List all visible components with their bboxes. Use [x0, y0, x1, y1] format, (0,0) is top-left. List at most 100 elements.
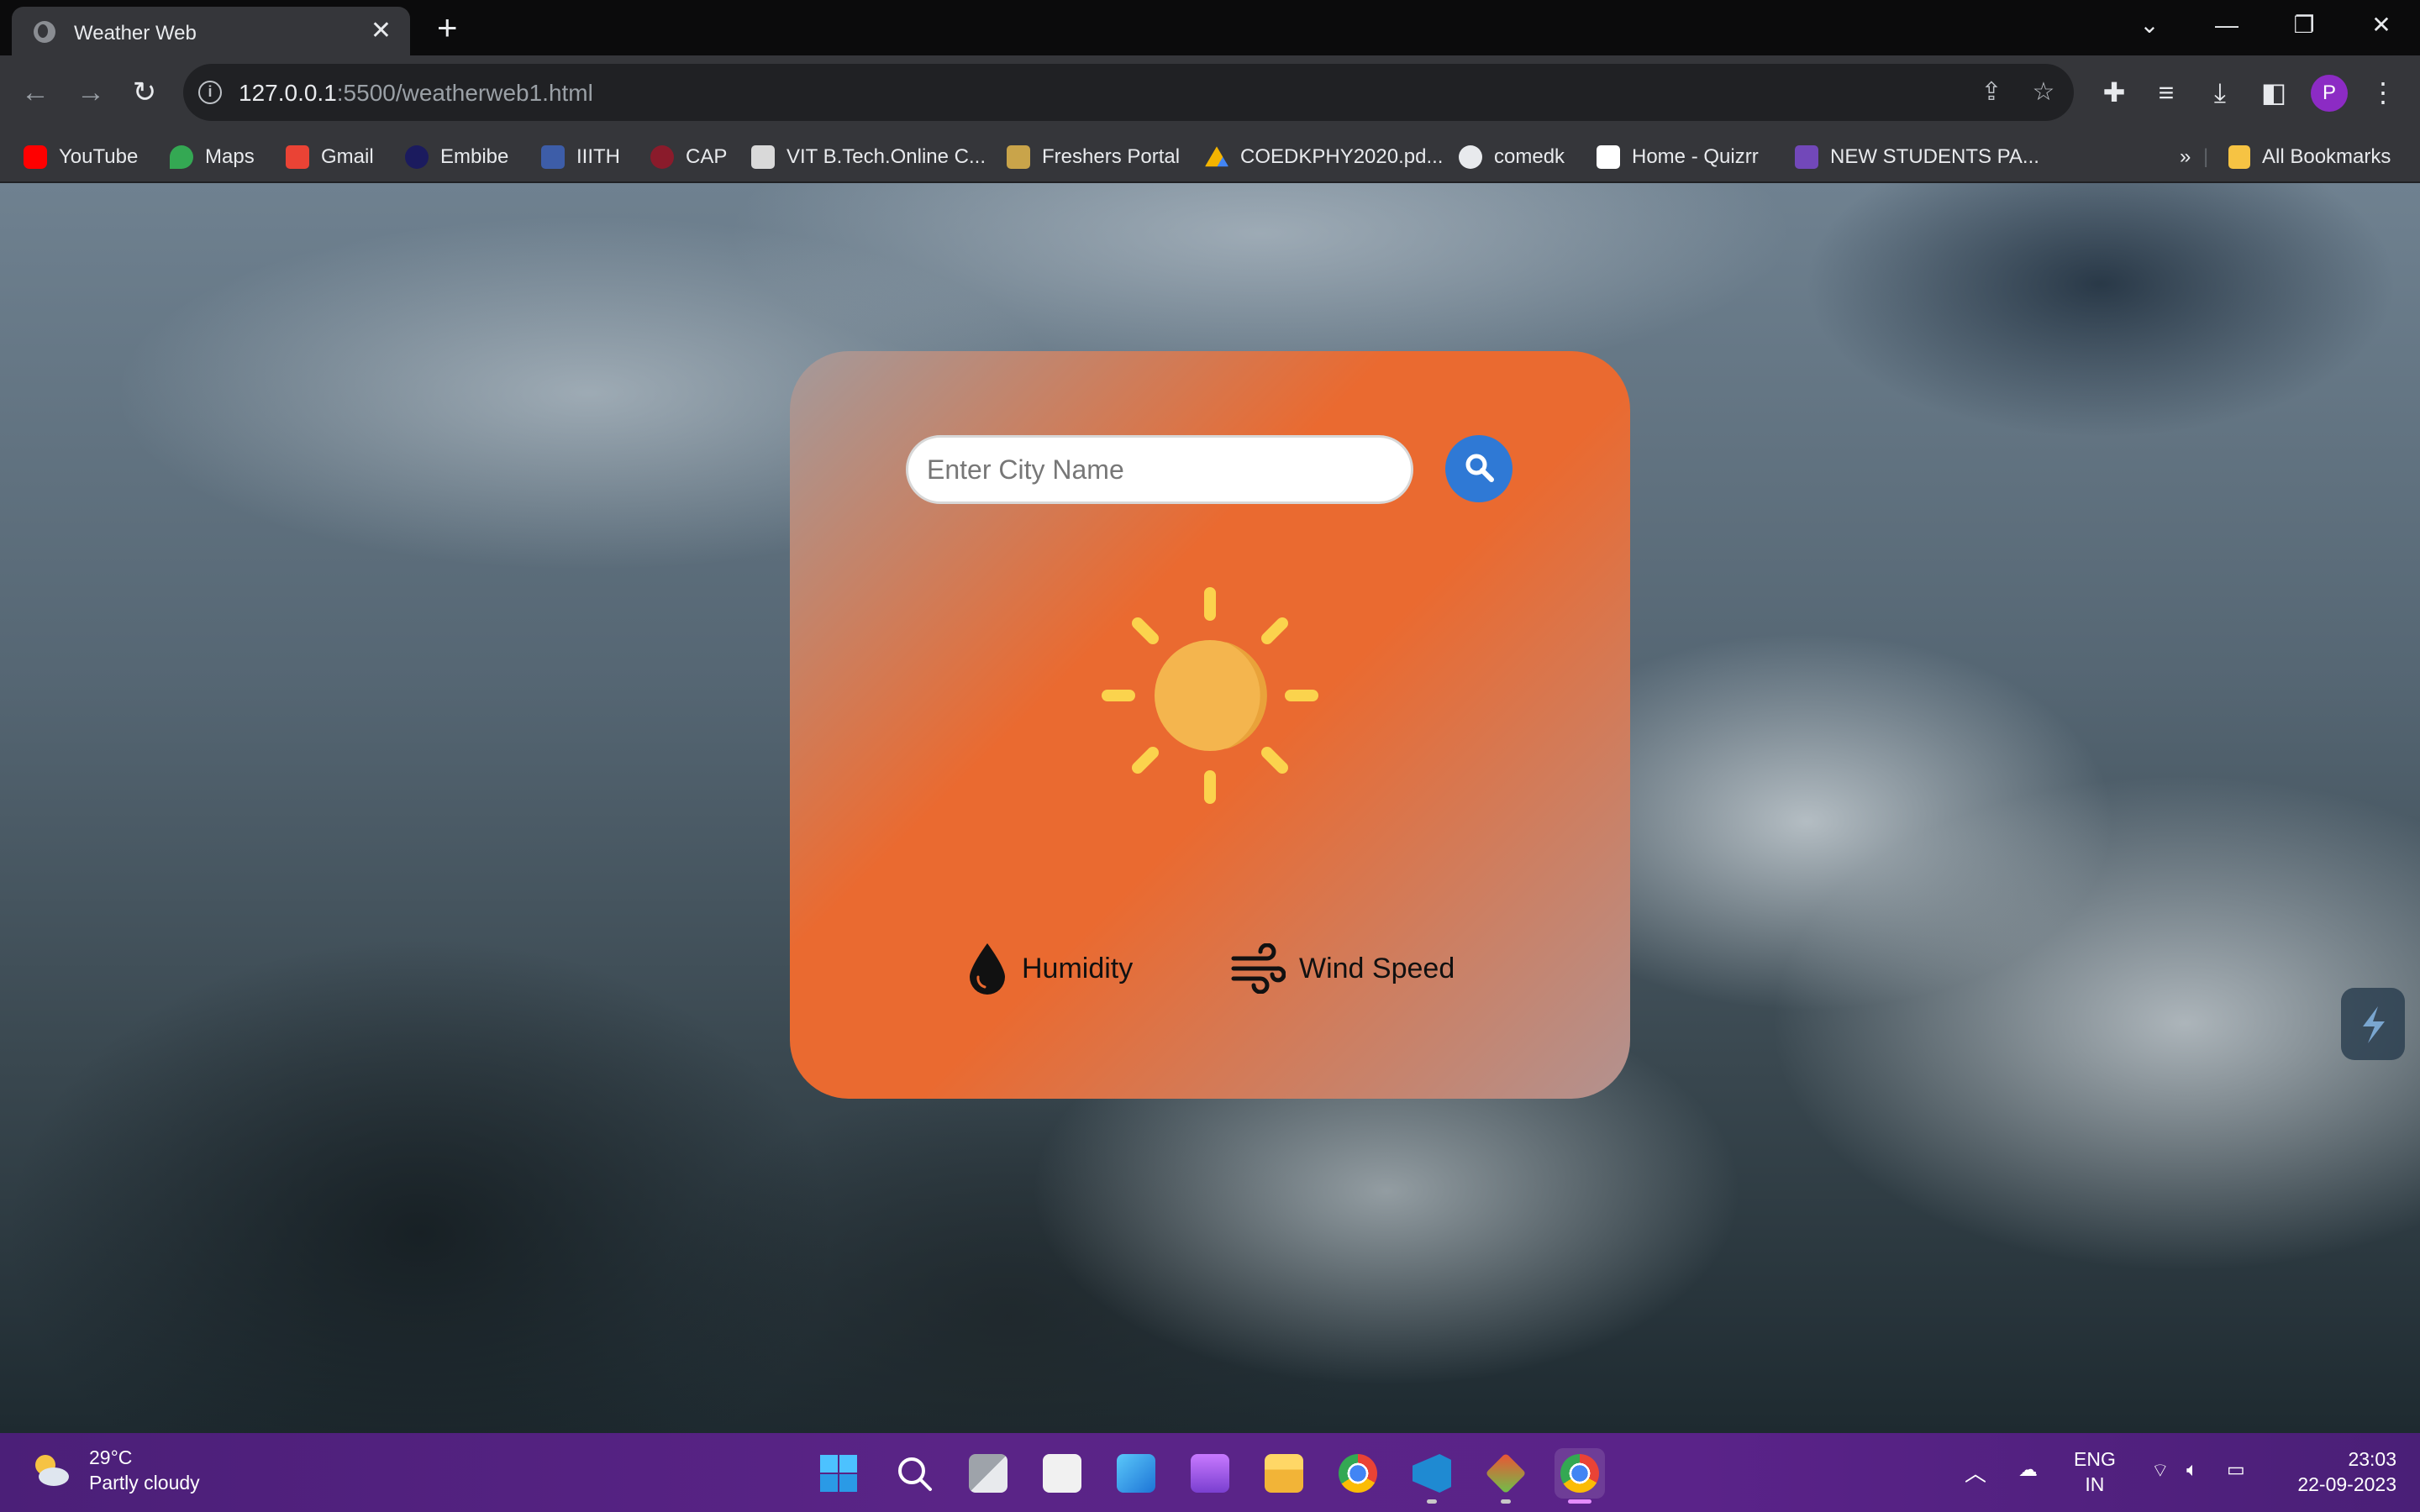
url-text[interactable]: 127.0.0.1:5500/weatherweb1.html: [239, 80, 593, 107]
clipchamp-app[interactable]: [1185, 1448, 1235, 1499]
volume-icon[interactable]: 🔈︎: [2186, 1458, 2198, 1481]
restore-icon[interactable]: ❐: [2279, 8, 2329, 42]
quizrr-icon: [1597, 145, 1620, 169]
youtube-icon: [24, 145, 47, 169]
search-icon: [1465, 454, 1494, 482]
windows-start-icon: [820, 1455, 857, 1492]
lightning-icon: [2363, 1006, 2385, 1043]
running-indicator: [1501, 1499, 1511, 1504]
browser-tab-strip: Weather Web ✕ + ⌄ — ❐ ✕: [0, 0, 2420, 55]
battery-icon[interactable]: ▭: [2227, 1458, 2245, 1481]
tab-weather-web[interactable]: Weather Web ✕: [12, 7, 410, 55]
search-icon: [898, 1457, 932, 1491]
vscode-icon: [1413, 1454, 1451, 1493]
chrome-app[interactable]: [1333, 1448, 1383, 1499]
reading-list-icon[interactable]: ≡: [2148, 74, 2185, 111]
active-indicator: [1568, 1499, 1591, 1504]
weather-card: Humidity Wind Speed: [790, 351, 1630, 1099]
bookmark-new-students[interactable]: NEW STUDENTS PA...: [1795, 131, 2039, 183]
search-button[interactable]: [1445, 435, 1512, 502]
address-bar[interactable]: i 127.0.0.1:5500/weatherweb1.html ⇪ ☆: [183, 64, 2074, 121]
clipchamp-icon: [1191, 1454, 1229, 1493]
downloads-icon[interactable]: ⤓: [2202, 74, 2238, 111]
side-panel-icon[interactable]: ◧: [2255, 74, 2292, 111]
share-icon[interactable]: ⇪: [1978, 79, 2005, 106]
time-text: 23:03: [2348, 1448, 2396, 1470]
all-bookmarks-folder[interactable]: All Bookmarks: [2228, 131, 2391, 183]
chrome-profile-app[interactable]: [1555, 1448, 1605, 1504]
git-icon: [1485, 1452, 1527, 1494]
humidity-label: Humidity: [1022, 952, 1134, 984]
bookmark-cap[interactable]: CAP: [650, 131, 727, 183]
task-view-icon: [969, 1454, 1007, 1493]
site-info-icon[interactable]: i: [198, 81, 222, 104]
more-bookmarks-chevron-icon[interactable]: »: [2180, 131, 2191, 183]
onedrive-cloud-icon[interactable]: ☁: [2018, 1458, 2038, 1481]
bookmark-maps[interactable]: Maps: [170, 131, 255, 183]
new-tab-button[interactable]: +: [437, 8, 458, 47]
file-explorer-app[interactable]: [1259, 1448, 1309, 1499]
wind-speed-section: Wind Speed: [1230, 939, 1455, 998]
task-view-button[interactable]: [963, 1448, 1013, 1499]
folder-icon: [2228, 145, 2250, 169]
photos-app[interactable]: [1111, 1448, 1161, 1499]
menu-kebab-icon[interactable]: ⋮: [2365, 74, 2402, 111]
bookmarks-divider: |: [2203, 145, 2209, 168]
tab-title: Weather Web: [74, 22, 197, 45]
bookmark-gmail[interactable]: Gmail: [286, 131, 374, 183]
running-indicator: [1427, 1499, 1437, 1504]
forward-arrow-icon[interactable]: →: [72, 74, 109, 111]
humidity-section: Humidity: [966, 939, 1133, 998]
reload-icon[interactable]: ↻: [126, 74, 163, 111]
notepad-app[interactable]: [1037, 1448, 1087, 1499]
bookmarks-bar: YouTube Maps Gmail Embibe IIITH CAP VIT …: [0, 131, 2420, 183]
google-drive-icon: [1205, 146, 1228, 167]
bookmark-freshers-portal[interactable]: Freshers Portal: [1007, 131, 1180, 183]
browser-toolbar: ← → ↻ i 127.0.0.1:5500/weatherweb1.html …: [0, 55, 2420, 131]
photos-icon: [1117, 1454, 1155, 1493]
water-drop-icon: [970, 943, 1005, 995]
git-app[interactable]: [1481, 1448, 1531, 1504]
window-close-icon[interactable]: ✕: [2356, 8, 2407, 42]
iiith-icon: [541, 145, 565, 169]
bookmark-iiith[interactable]: IIITH: [541, 131, 620, 183]
bookmark-youtube[interactable]: YouTube: [24, 131, 138, 183]
wifi-icon[interactable]: ⌔: [2151, 1458, 2170, 1483]
bookmark-quizrr[interactable]: Home - Quizrr: [1597, 131, 1759, 183]
back-arrow-icon[interactable]: ←: [17, 74, 54, 111]
vit-icon: [751, 145, 775, 169]
floating-extension-widget[interactable]: [2341, 988, 2405, 1060]
taskbar-search-button[interactable]: [889, 1448, 939, 1499]
bookmark-embibe[interactable]: Embibe: [405, 131, 508, 183]
bookmark-coedkphy[interactable]: COEDKPHY2020.pd...: [1205, 131, 1443, 183]
chrome-profile-icon: [1560, 1454, 1599, 1493]
cap-icon: [650, 145, 674, 169]
file-explorer-icon: [1265, 1454, 1303, 1493]
tab-search-chevron-icon[interactable]: ⌄: [2124, 8, 2175, 42]
windows-taskbar: 29°C Partly cloudy ︿ ☁ ENG IN ⌔ 🔈︎ ▭ 23:…: [0, 1433, 2420, 1512]
close-tab-icon[interactable]: ✕: [371, 17, 392, 45]
globe-icon: [34, 21, 55, 43]
city-search-input[interactable]: [906, 435, 1413, 504]
show-hidden-icons-chevron-icon[interactable]: ︿: [1965, 1457, 1986, 1488]
maps-icon: [170, 145, 193, 169]
bookmark-vit[interactable]: VIT B.Tech.Online C...: [751, 131, 986, 183]
wind-speed-label: Wind Speed: [1299, 952, 1455, 984]
bookmark-star-icon[interactable]: ☆: [2030, 79, 2057, 106]
minimize-icon[interactable]: —: [2202, 8, 2252, 42]
embibe-icon: [405, 145, 429, 169]
profile-avatar[interactable]: P: [2311, 75, 2348, 112]
language-indicator[interactable]: ENG IN: [2074, 1446, 2116, 1497]
windows-start-button[interactable]: [813, 1448, 864, 1499]
taskbar-weather-widget[interactable]: 29°C Partly cloudy: [29, 1445, 200, 1495]
clock[interactable]: 23:03 22-09-2023: [2279, 1446, 2396, 1497]
vscode-app[interactable]: [1407, 1448, 1457, 1504]
wind-icon: [1231, 943, 1286, 994]
taskbar-temperature: 29°C: [89, 1446, 133, 1468]
date-text: 22-09-2023: [2297, 1473, 2396, 1495]
taskbar-weather-condition: Partly cloudy: [89, 1472, 200, 1494]
notepad-icon: [1043, 1454, 1081, 1493]
bookmark-comedk[interactable]: comedk: [1459, 131, 1565, 183]
extensions-puzzle-icon[interactable]: ✚: [2096, 74, 2133, 111]
page-viewport-cloud-background: Humidity Wind Speed: [0, 183, 2420, 1433]
